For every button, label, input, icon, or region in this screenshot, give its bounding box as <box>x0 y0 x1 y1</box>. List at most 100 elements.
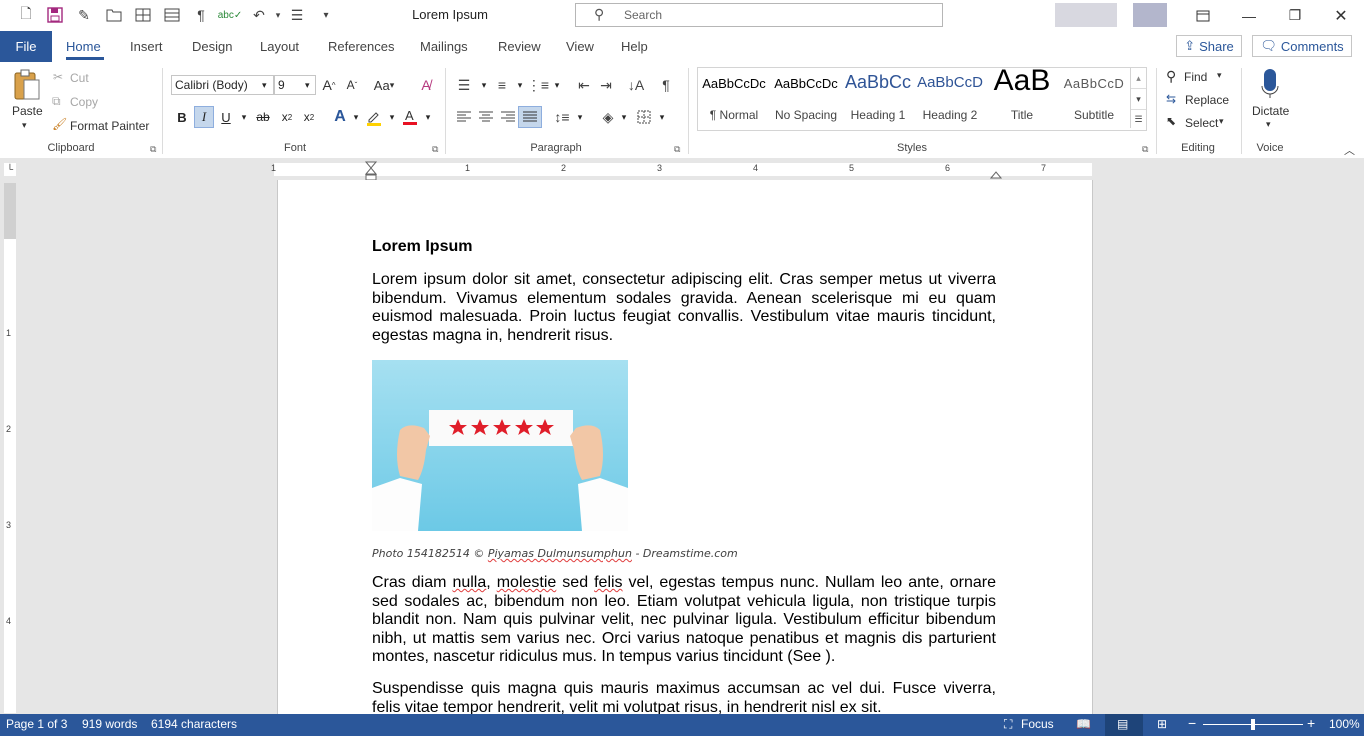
paragraph-3[interactable]: Suspendisse quis magna quis mauris maxim… <box>372 680 996 717</box>
right-indent-marker-icon[interactable] <box>989 168 1003 179</box>
restore-icon[interactable]: ❐ <box>1272 0 1318 31</box>
multilevel-dropdown-icon[interactable]: ▾ <box>547 74 567 96</box>
change-case-button[interactable]: Aa ▾ <box>372 75 396 95</box>
bold-icon[interactable]: B <box>172 106 192 128</box>
styles-launcher-icon[interactable]: ⧉ <box>1142 144 1148 155</box>
font-color-dropdown-icon[interactable]: ▾ <box>418 106 438 128</box>
paragraph-1[interactable]: Lorem ipsum dolor sit amet, consectetur … <box>372 271 996 345</box>
review-stars-image[interactable] <box>372 360 628 531</box>
tab-view[interactable]: View <box>566 39 594 54</box>
sort-icon[interactable]: ↓A <box>624 74 648 96</box>
save-icon[interactable] <box>45 5 65 25</box>
share-button[interactable]: ⇪ Share <box>1176 35 1242 57</box>
chevron-down-icon[interactable]: ▾ <box>1131 88 1146 109</box>
tab-home[interactable]: Home <box>66 39 101 54</box>
style-no-spacing[interactable]: AaBbCcDc No Spacing <box>770 68 842 128</box>
new-document-icon[interactable]: 🗋 <box>16 5 36 25</box>
shading-dropdown-icon[interactable]: ▾ <box>614 106 634 128</box>
comments-button[interactable]: 🗨 Comments <box>1252 35 1352 57</box>
font-family-dropdown[interactable]: Calibri (Body) ▾ <box>171 75 274 95</box>
horizontal-ruler[interactable]: 1 1 2 3 4 5 6 7 <box>271 163 1092 176</box>
style-normal[interactable]: AaBbCcDc ¶ Normal <box>698 68 770 128</box>
minimize-icon[interactable]: — <box>1226 0 1272 31</box>
align-center-icon[interactable] <box>474 106 498 128</box>
customize-icon[interactable]: ▾ <box>316 5 336 25</box>
font-launcher-icon[interactable]: ⧉ <box>432 144 438 155</box>
tab-mailings[interactable]: Mailings <box>420 39 468 54</box>
word-count[interactable]: 919 words <box>82 717 137 731</box>
paragraph-2[interactable]: Cras diam nulla, molestie sed felis vel,… <box>372 574 996 667</box>
style-heading-1[interactable]: AaBbCc Heading 1 <box>842 68 914 128</box>
pilcrow-icon[interactable]: ¶ <box>191 5 211 25</box>
ribbon-display-icon[interactable] <box>1180 0 1226 31</box>
clipboard-launcher-icon[interactable]: ⧉ <box>150 144 156 155</box>
chevron-up-icon[interactable]: ▴ <box>1131 68 1146 88</box>
open-folder-icon[interactable] <box>104 5 124 25</box>
paste-dropdown-icon[interactable]: ▾ <box>22 120 27 131</box>
styles-more-icon[interactable]: ☰ <box>1131 109 1146 129</box>
tab-selector-icon[interactable]: └ <box>4 163 16 176</box>
close-icon[interactable]: ✕ <box>1318 0 1364 31</box>
tab-review[interactable]: Review <box>498 39 541 54</box>
web-layout-icon[interactable]: ⊞ <box>1157 717 1167 731</box>
align-left-icon[interactable] <box>452 106 476 128</box>
text-effects-dropdown-icon[interactable]: ▾ <box>346 106 366 128</box>
underline-icon[interactable]: U <box>216 106 236 128</box>
decrease-indent-icon[interactable]: ⇤ <box>572 74 596 96</box>
tab-references[interactable]: References <box>328 39 394 54</box>
align-right-icon[interactable] <box>496 106 520 128</box>
select-button[interactable]: Select <box>1185 116 1218 130</box>
document-heading[interactable]: Lorem Ipsum <box>372 238 472 256</box>
show-formatting-icon[interactable]: ¶ <box>654 74 678 96</box>
read-mode-icon[interactable]: 📖 <box>1076 717 1091 731</box>
style-title[interactable]: AaB Title <box>986 64 1058 128</box>
paste-button[interactable]: Paste <box>12 104 43 118</box>
font-color-icon[interactable]: A <box>400 106 420 128</box>
highlight-dropdown-icon[interactable]: ▾ <box>382 106 402 128</box>
tab-insert[interactable]: Insert <box>130 39 163 54</box>
account-avatar[interactable] <box>1055 3 1117 27</box>
undo-icon[interactable]: ↶ <box>249 5 269 25</box>
tab-help[interactable]: Help <box>621 39 648 54</box>
dictate-dropdown-icon[interactable]: ▾ <box>1266 119 1271 130</box>
table-icon[interactable] <box>133 5 153 25</box>
layout-icon[interactable] <box>162 5 182 25</box>
zoom-in-icon[interactable]: + <box>1307 715 1315 731</box>
microphone-icon[interactable] <box>1261 68 1279 100</box>
edit-icon[interactable]: ✎ <box>74 5 94 25</box>
font-size-dropdown[interactable]: 9 ▾ <box>274 75 316 95</box>
character-count[interactable]: 6194 characters <box>151 717 237 731</box>
paste-icon[interactable] <box>12 68 42 102</box>
collapse-ribbon-icon[interactable]: ︿ <box>1344 142 1355 158</box>
highlight-icon[interactable] <box>364 106 384 128</box>
tab-file[interactable]: File <box>0 31 52 62</box>
undo-dropdown-icon[interactable]: ▾ <box>268 5 288 25</box>
format-painter-button[interactable]: Format Painter <box>70 119 149 133</box>
style-subtitle[interactable]: AaBbCcD Subtitle <box>1058 68 1130 128</box>
line-spacing-dropdown-icon[interactable]: ▾ <box>570 106 590 128</box>
zoom-level[interactable]: 100% <box>1329 717 1360 731</box>
style-heading-2[interactable]: AaBbCcD Heading 2 <box>914 68 986 128</box>
dictate-button[interactable]: Dictate <box>1252 104 1289 118</box>
page-count[interactable]: Page 1 of 3 <box>6 717 67 731</box>
print-layout-icon[interactable]: ▤ <box>1117 717 1128 731</box>
account-avatar-picture[interactable] <box>1133 3 1167 27</box>
copy-button[interactable]: Copy <box>70 95 98 109</box>
increase-indent-icon[interactable]: ⇥ <box>594 74 618 96</box>
spelling-icon[interactable]: abc✓ <box>218 5 243 25</box>
italic-icon[interactable]: I <box>194 106 214 128</box>
underline-dropdown-icon[interactable]: ▾ <box>234 106 254 128</box>
justify-icon[interactable] <box>518 106 542 128</box>
superscript-icon[interactable]: x2 <box>299 106 319 128</box>
select-dropdown-icon[interactable]: ▾ <box>1219 116 1224 127</box>
vertical-ruler[interactable]: 1 2 3 4 <box>4 183 16 713</box>
grow-font-icon[interactable]: A ^ <box>320 75 338 95</box>
zoom-slider-thumb[interactable] <box>1251 719 1255 730</box>
cut-button[interactable]: Cut <box>70 71 89 85</box>
tab-layout[interactable]: Layout <box>260 39 299 54</box>
find-button[interactable]: Find <box>1184 70 1207 84</box>
tab-design[interactable]: Design <box>192 39 232 54</box>
photo-caption[interactable]: Photo 154182514 © Piyamas Dulmunsumphun … <box>372 547 738 560</box>
subscript-icon[interactable]: x2 <box>277 106 297 128</box>
focus-button[interactable]: Focus <box>1021 717 1054 731</box>
